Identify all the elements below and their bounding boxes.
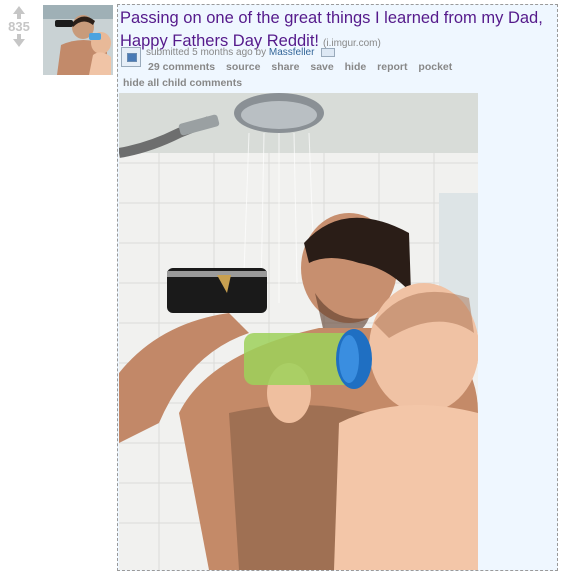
post-entry: Passing on one of the great things I lea… xyxy=(117,4,558,571)
upvote-arrow-icon[interactable] xyxy=(13,6,25,19)
shower-photo xyxy=(119,93,478,570)
downvote-arrow-icon[interactable] xyxy=(13,34,25,47)
post-buttons: 29 comments source share save hide repor… xyxy=(148,61,460,73)
tagline-prefix: submitted 5 months ago by xyxy=(146,47,267,58)
image-expando-icon[interactable] xyxy=(121,47,141,67)
pocket-link[interactable]: pocket xyxy=(418,61,452,73)
author-link[interactable]: Massfeller xyxy=(269,47,315,58)
mail-icon[interactable] xyxy=(321,47,336,57)
source-link[interactable]: source xyxy=(226,61,260,73)
score: 835 xyxy=(8,19,30,34)
thumbnail-image xyxy=(43,5,113,75)
expanded-image[interactable] xyxy=(119,93,478,570)
tagline: submitted 5 months ago by Massfeller xyxy=(146,47,336,58)
comments-link[interactable]: 29 comments xyxy=(148,61,215,73)
hide-link[interactable]: hide xyxy=(345,61,367,73)
vote-column: 835 xyxy=(4,6,34,47)
hide-child-comments-link[interactable]: hide all child comments xyxy=(123,77,242,89)
report-link[interactable]: report xyxy=(377,61,407,73)
share-link[interactable]: share xyxy=(271,61,299,73)
save-link[interactable]: save xyxy=(310,61,333,73)
post-thumbnail[interactable] xyxy=(43,5,113,75)
